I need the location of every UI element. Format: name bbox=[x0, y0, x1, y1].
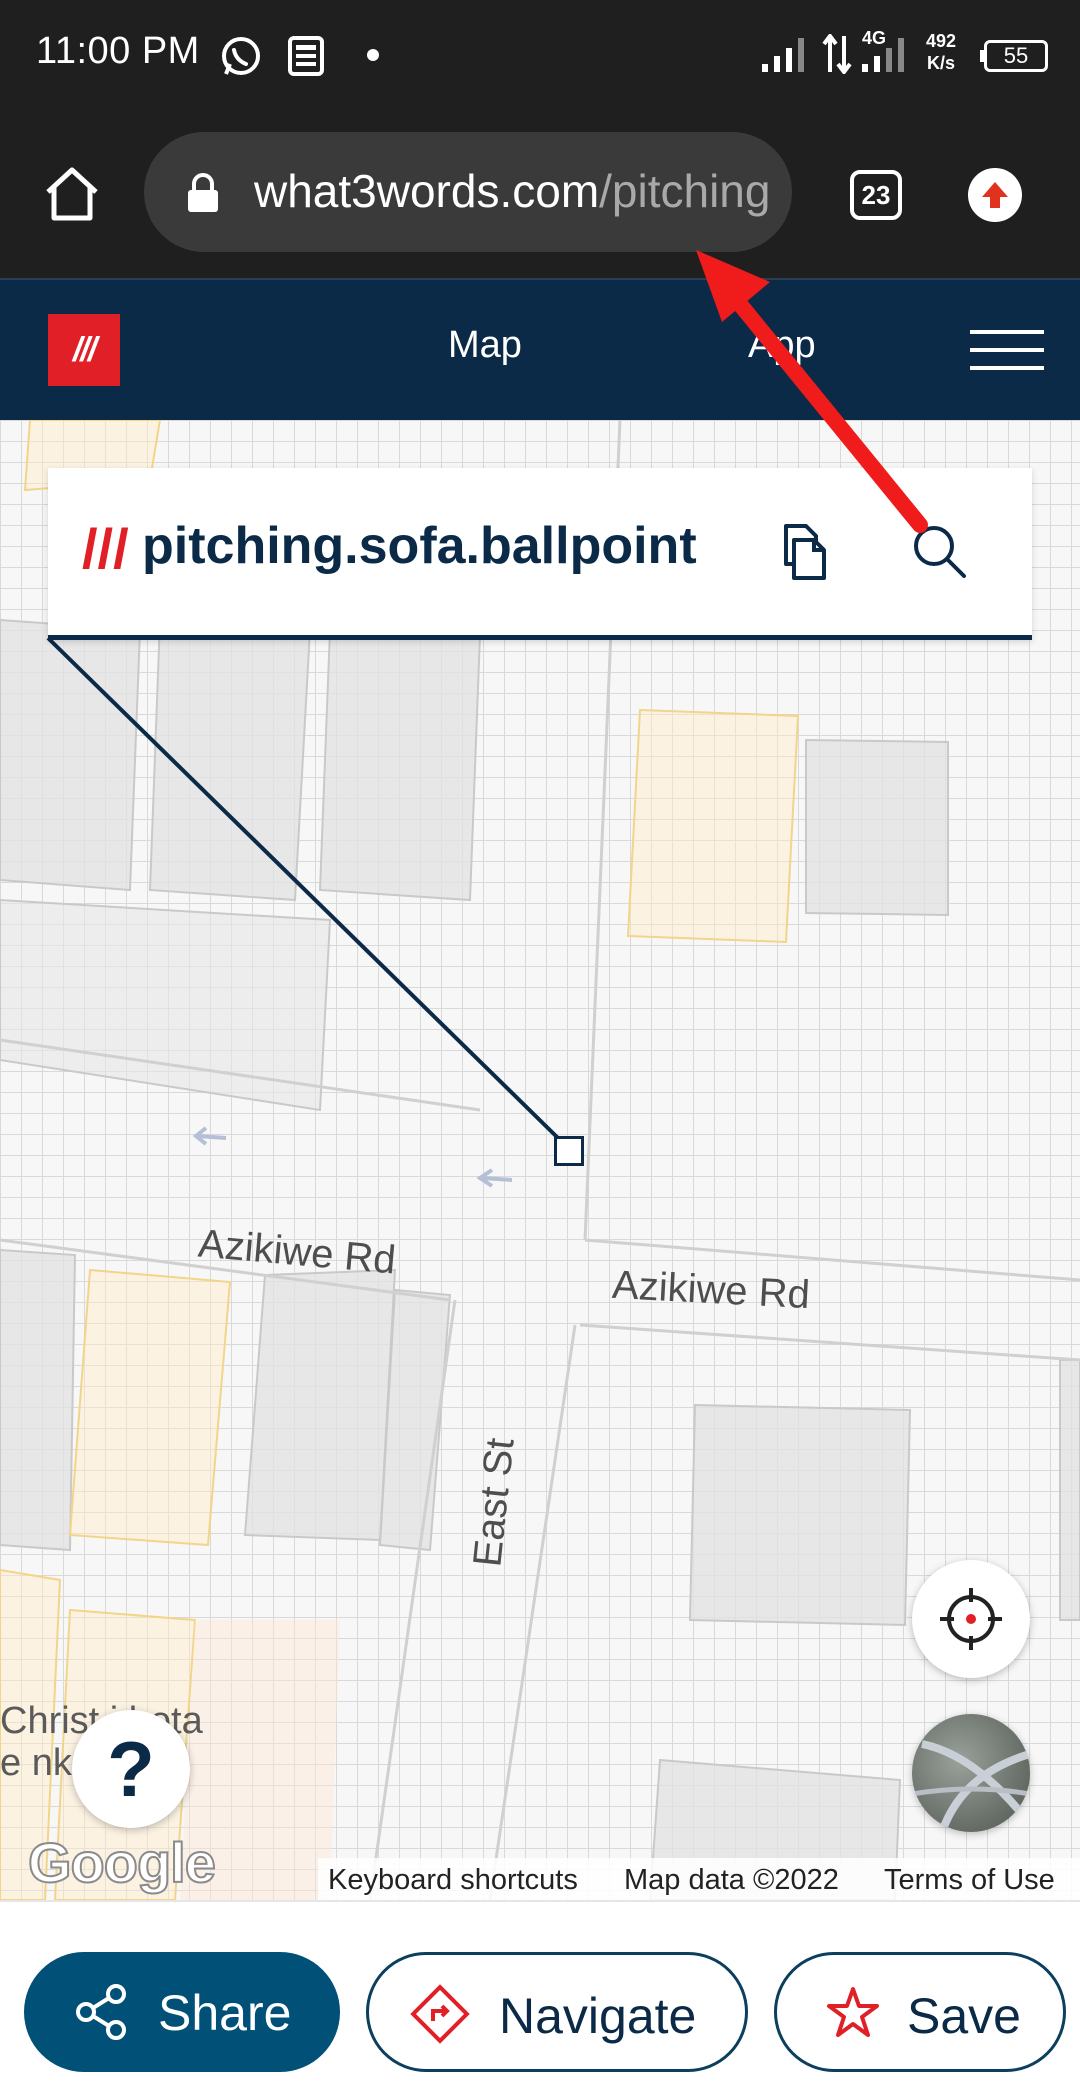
menu-icon[interactable] bbox=[970, 330, 1044, 370]
search-icon[interactable] bbox=[908, 520, 970, 582]
nav-link-map[interactable]: Map bbox=[448, 324, 522, 367]
save-button[interactable]: Save bbox=[774, 1952, 1066, 2072]
nav-link-app[interactable]: App bbox=[748, 324, 816, 367]
lock-icon bbox=[188, 173, 218, 212]
signal-icon-2 bbox=[862, 38, 904, 72]
url-text: what3words.com/pitching.sofa.ballpoint bbox=[254, 164, 774, 218]
net-speed-unit: K/s bbox=[927, 53, 956, 73]
dot-icon bbox=[367, 49, 379, 61]
navigate-label: Navigate bbox=[499, 1988, 697, 2044]
star-icon bbox=[827, 1987, 879, 2037]
three-word-address[interactable]: pitching.sofa.ballpoint bbox=[142, 516, 697, 576]
map-features bbox=[0, 420, 1080, 1900]
my-location-button[interactable] bbox=[912, 1560, 1030, 1678]
satellite-view-toggle[interactable] bbox=[912, 1714, 1030, 1832]
action-bar: Share Navigate Save bbox=[0, 1900, 1080, 2097]
what3words-logo[interactable]: /// bbox=[48, 314, 120, 386]
address-slashes: /// bbox=[82, 517, 129, 580]
address-bar[interactable]: what3words.com/pitching.sofa.ballpoint bbox=[144, 132, 792, 252]
share-button[interactable]: Share bbox=[24, 1952, 340, 2072]
help-button[interactable]: ? bbox=[72, 1710, 190, 1828]
browser-toolbar: what3words.com/pitching.sofa.ballpoint 2… bbox=[0, 112, 1080, 278]
crosshair-icon bbox=[940, 1588, 1002, 1650]
signal-icon bbox=[762, 38, 804, 72]
battery-level: 55 bbox=[984, 40, 1048, 72]
network-speed: 492 K/s bbox=[926, 30, 956, 74]
save-label: Save bbox=[907, 1988, 1021, 2044]
share-icon bbox=[76, 1984, 126, 2040]
clock: 11:00 PM bbox=[36, 30, 200, 72]
url-domain: what3words.com bbox=[254, 165, 600, 217]
navigate-button[interactable]: Navigate bbox=[366, 1952, 748, 2072]
copy-icon[interactable] bbox=[772, 518, 836, 582]
home-icon[interactable] bbox=[42, 164, 102, 224]
battery-icon: 55 bbox=[980, 40, 1080, 74]
directions-icon bbox=[410, 1984, 470, 2044]
map-attribution: Keyboard shortcuts Map data ©2022 Terms … bbox=[318, 1858, 1080, 1900]
map-data-label: Map data ©2022 bbox=[624, 1864, 839, 1896]
status-bar: 11:00 PM 4G 492 K/s 55 bbox=[0, 0, 1080, 112]
terms-of-use-link[interactable]: Terms of Use bbox=[884, 1864, 1055, 1897]
net-speed-value: 492 bbox=[926, 31, 957, 51]
site-header: /// Map App bbox=[0, 278, 1080, 420]
keyboard-shortcuts-link[interactable]: Keyboard shortcuts bbox=[328, 1864, 578, 1897]
whatsapp-icon bbox=[222, 37, 260, 75]
update-icon[interactable] bbox=[968, 168, 1022, 222]
location-marker[interactable] bbox=[554, 1136, 584, 1166]
share-label: Share bbox=[158, 1985, 292, 2041]
news-icon bbox=[288, 36, 324, 76]
google-logo: Google bbox=[27, 1830, 217, 1895]
url-path: /pitching.sofa.ballpoint bbox=[599, 165, 774, 217]
map-view[interactable]: Azikiwe Rd Azikiwe Rd East St Christ i b… bbox=[0, 420, 1080, 1900]
satellite-thumbnail-icon bbox=[912, 1740, 1030, 1832]
data-arrows-icon bbox=[822, 34, 852, 74]
tab-switcher-button[interactable]: 23 bbox=[850, 170, 902, 220]
address-card: /// pitching.sofa.ballpoint bbox=[48, 468, 1032, 640]
